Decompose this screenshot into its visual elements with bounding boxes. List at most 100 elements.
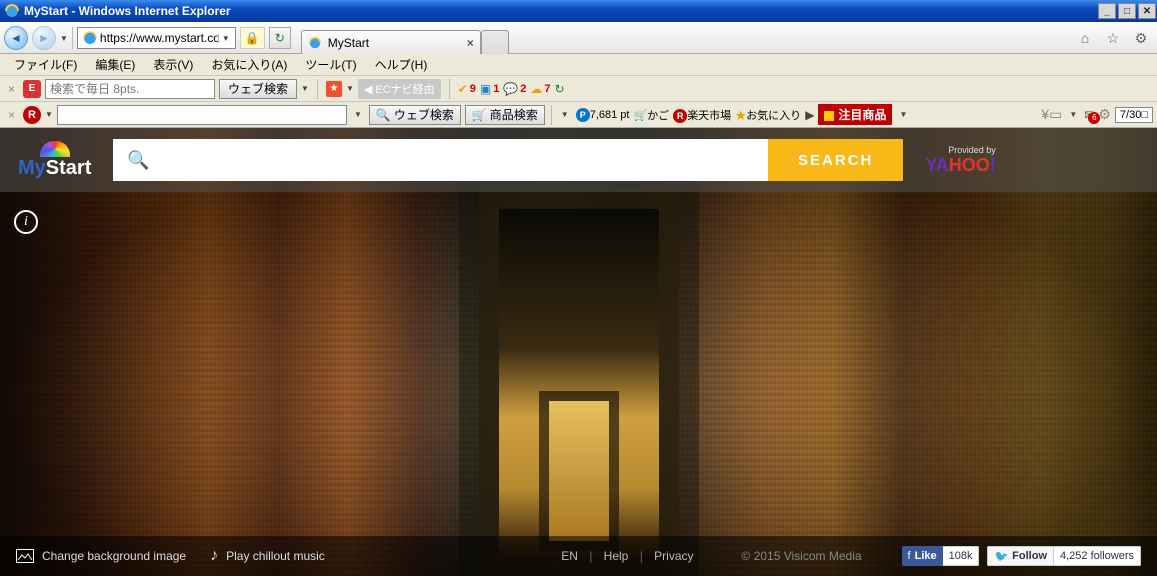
rakuten-cart[interactable]: 🛒かご [633,107,669,123]
rakuten-search-input[interactable] [57,105,347,125]
rakuten-points[interactable]: P7,681 pt [576,108,630,122]
back-button[interactable]: ◄ [4,26,28,50]
nav-history-dropdown[interactable]: ▼ [60,34,68,43]
rakuten-hot-products[interactable]: 注目商品 [818,104,892,125]
tab-close-button[interactable]: × [467,36,474,50]
menu-file[interactable]: ファイル(F) [6,54,85,75]
favorites-star-icon[interactable]: ☆ [1104,29,1122,47]
mystart-logo[interactable]: MyStart [18,141,91,180]
info-button[interactable]: i [14,210,38,234]
menu-edit[interactable]: 編集(E) [87,54,143,75]
tab-title: MyStart [328,36,369,50]
address-input[interactable] [100,29,218,47]
address-dropdown[interactable]: ▼ [218,34,233,43]
refresh-button[interactable]: ↻ [269,27,291,49]
facebook-icon: f [908,550,911,562]
change-background-button[interactable]: Change background image [16,549,186,563]
search-icon: 🔍 [127,150,149,171]
rakuten-icon[interactable]: R [23,106,41,124]
rakuten-date[interactable]: 7/30□ [1115,107,1153,123]
menu-favorites[interactable]: お気に入り(A) [203,54,295,75]
rakuten-hot-dropdown[interactable]: ▼ [896,110,910,119]
image-icon [16,549,34,563]
ecnavi-bubble-chip[interactable]: 💬2 [503,82,526,96]
ecnavi-web-search-button[interactable]: ウェブ検索 [219,79,297,99]
ecnavi-star-icon[interactable]: ★ [326,81,342,97]
rakuten-scroll-right-icon[interactable]: ▶ [805,108,814,122]
toolbar1-close-icon[interactable]: × [4,82,19,96]
forward-button[interactable]: ► [32,26,56,50]
menu-help[interactable]: ヘルプ(H) [367,54,436,75]
twitter-icon: 🐦 [994,550,1008,563]
minimize-button[interactable]: _ [1098,3,1116,19]
ie-icon [4,3,20,19]
ecnavi-cloud-chip[interactable]: ☁7 [530,82,550,96]
tab-mystart[interactable]: MyStart × [301,30,481,54]
yahoo-logo[interactable]: YAHOO! [925,155,995,176]
logo-text: MyStart [18,157,91,180]
twitter-follow-button[interactable]: 🐦Follow 4,252 followers [987,546,1141,566]
page-footer: Change background image ♪ Play chillout … [0,536,1157,576]
address-bar[interactable]: ▼ [77,27,236,49]
nav-bar: ◄ ► ▼ ▼ 🔒 ↻ MyStart × ⌂ ☆ ⚙ [0,22,1157,54]
logo-sunburst-icon [40,141,70,157]
search-strip: MyStart 🔍 SEARCH Provided by YAHOO! [0,128,1157,192]
social-buttons: f Like 108k 🐦Follow 4,252 followers [902,546,1141,566]
search-field[interactable]: 🔍 [113,139,768,181]
rakuten-product-search-button[interactable]: 🛒商品検索 [465,105,545,125]
main-search: 🔍 SEARCH [113,139,903,181]
ecnavi-search-dropdown[interactable]: ▼ [301,84,309,93]
menu-bar: ファイル(F) 編集(E) 表示(V) お気に入り(A) ツール(T) ヘルプ(… [0,54,1157,76]
provided-by-label: Provided by [925,145,995,155]
ecnavi-star-dropdown[interactable]: ▼ [346,84,354,93]
toolbar-ecnavi: × E ウェブ検索 ▼ ★ ▼ ◀ ECナビ経由 ✔9 ▣1 💬2 ☁7 ↻ [0,76,1157,102]
rakuten-misc-dropdown[interactable]: ▼ [558,110,572,119]
ecnavi-icon[interactable]: E [23,80,41,98]
rakuten-icon-dropdown[interactable]: ▼ [45,110,53,119]
rakuten-currency-icon[interactable]: ¥▭ [1041,106,1062,123]
close-button[interactable]: ✕ [1138,3,1156,19]
footer-links: EN | Help | Privacy [553,549,701,563]
change-background-label: Change background image [42,549,186,563]
new-tab-button[interactable] [481,30,509,54]
rakuten-mail-icon[interactable]: ✉6 [1084,108,1094,122]
ecnavi-v-chip[interactable]: ✔9 [458,82,476,96]
rakuten-ichiba[interactable]: R楽天市場 [673,107,731,123]
ie-tab-icon [308,36,322,50]
ecnavi-box-chip[interactable]: ▣1 [480,82,499,96]
maximize-button[interactable]: □ [1118,3,1136,19]
ecnavi-via-button[interactable]: ◀ ECナビ経由 [358,79,441,99]
tab-strip: MyStart × [301,22,509,54]
language-link[interactable]: EN [561,549,578,563]
ecnavi-search-input[interactable] [45,79,215,99]
rakuten-web-search-button[interactable]: 🔍ウェブ検索 [369,105,461,125]
toolbar-rakuten: × R ▼ ▼ 🔍ウェブ検索 🛒商品検索 ▼ P7,681 pt 🛒かご R楽天… [0,102,1157,128]
tools-gear-icon[interactable]: ⚙ [1132,29,1150,47]
provided-by: Provided by YAHOO! [925,145,995,176]
rakuten-favorites[interactable]: ★お気に入り [735,107,801,123]
background-image [0,128,1157,576]
ie-page-icon [82,30,98,46]
ecnavi-reload-icon[interactable]: ↻ [555,82,565,96]
page-content: MyStart 🔍 SEARCH Provided by YAHOO! i Ch… [0,128,1157,576]
title-bar: MyStart - Windows Internet Explorer _ □ … [0,0,1157,22]
search-button[interactable]: SEARCH [768,139,903,181]
rakuten-search-dropdown[interactable]: ▼ [351,110,365,119]
help-link[interactable]: Help [604,549,629,563]
lock-icon[interactable]: 🔒 [240,27,265,49]
play-music-button[interactable]: ♪ Play chillout music [210,547,325,565]
privacy-link[interactable]: Privacy [654,549,693,563]
facebook-like-button[interactable]: f Like 108k [902,546,980,566]
twitter-follower-count: 4,252 followers [1054,546,1141,566]
toolbar2-close-icon[interactable]: × [4,108,19,122]
home-icon[interactable]: ⌂ [1076,29,1094,47]
copyright: © 2015 Visicom Media [742,549,862,563]
menu-tools[interactable]: ツール(T) [297,54,364,75]
background-doorway [499,209,659,558]
rakuten-currency-dropdown[interactable]: ▼ [1066,110,1080,119]
menu-view[interactable]: 表示(V) [145,54,201,75]
facebook-like-count: 108k [943,546,980,566]
music-note-icon: ♪ [210,547,218,565]
search-input[interactable] [160,151,754,169]
rakuten-settings-icon[interactable]: ⚙ [1098,106,1111,123]
